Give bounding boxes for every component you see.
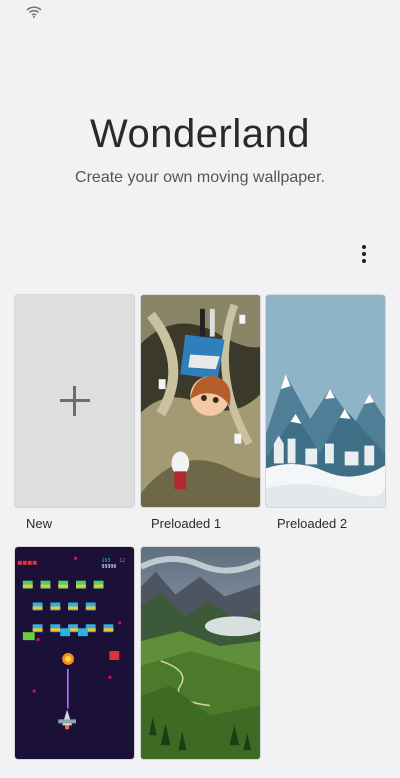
wifi-icon — [26, 6, 42, 18]
more-vert-icon — [362, 245, 366, 249]
wallpaper-tile-space-invaders[interactable]: 193 12 99990 — [14, 546, 135, 760]
space-invaders-artwork: 193 12 99990 — [15, 547, 134, 759]
snowy-village-artwork — [266, 295, 385, 507]
wallpaper-tile-mountain-valley[interactable] — [140, 546, 261, 760]
app-title: Wonderland — [90, 112, 310, 156]
tile-label-new: New — [26, 516, 53, 531]
mountain-valley-artwork — [141, 547, 260, 759]
wallpaper-tile-preloaded-2[interactable] — [265, 294, 386, 508]
more-vert-icon-dot — [362, 252, 366, 256]
status-bar — [0, 0, 400, 24]
app-subtitle: Create your own moving wallpaper. — [75, 169, 325, 186]
hero: Wonderland Create your own moving wallpa… — [0, 112, 400, 187]
counter-text: 99990 — [102, 564, 117, 570]
tile-label-preloaded-2: Preloaded 2 — [277, 516, 348, 531]
plus-icon — [59, 386, 90, 416]
hi-text: 12 — [119, 558, 125, 564]
wallpaper-tile-preloaded-1[interactable] — [140, 294, 261, 508]
new-wallpaper-tile[interactable] — [14, 294, 135, 508]
more-options-button[interactable] — [352, 242, 376, 266]
more-vert-icon-dot — [362, 259, 366, 263]
tile-label-preloaded-1: Preloaded 1 — [151, 516, 222, 531]
alice-falling-artwork — [141, 295, 260, 507]
